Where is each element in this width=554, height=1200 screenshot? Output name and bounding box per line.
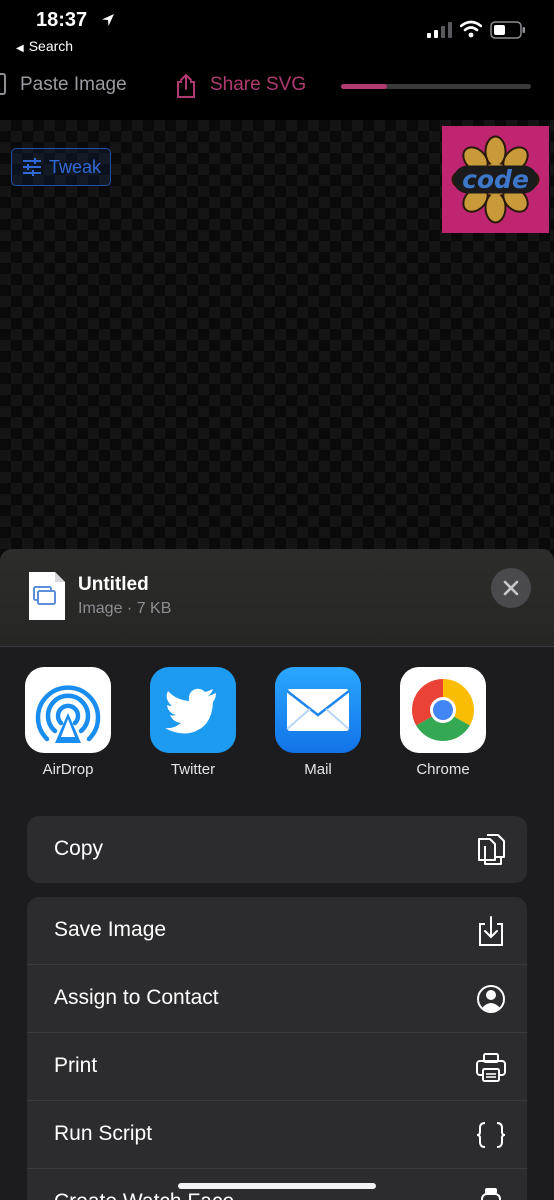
back-triangle-icon: ◀ (16, 43, 24, 54)
contact-icon (477, 985, 505, 1013)
action-save-image[interactable]: Save Image (27, 897, 527, 965)
action-label: Save Image (54, 918, 167, 941)
tweak-button[interactable]: Tweak (11, 148, 111, 186)
watch-icon (481, 1188, 501, 1200)
cellular-signal-icon (427, 22, 452, 38)
back-app-label: Search (28, 38, 74, 54)
actions-group: Save Image Assign to Contact Print Run S… (27, 897, 527, 1200)
file-image-icon (29, 572, 65, 620)
status-bar: 18:37 ◀ Search (0, 0, 554, 60)
share-sheet-header: Untitled Image · 7 KB (0, 549, 554, 647)
action-copy[interactable]: Copy (27, 816, 527, 883)
location-arrow-icon (102, 14, 114, 26)
copy-icon (478, 834, 505, 865)
app-label: Mail (304, 761, 332, 778)
share-icon (177, 73, 195, 98)
share-sheet: Untitled Image · 7 KB AirDrop Twitter Ma… (0, 549, 554, 1200)
preview-text: code (462, 165, 529, 194)
wifi-icon (460, 20, 482, 38)
action-print[interactable]: Print (27, 1033, 527, 1101)
clipboard-icon (0, 73, 6, 95)
file-subtitle: Image · 7 KB (78, 600, 172, 617)
close-button[interactable] (491, 568, 531, 608)
action-assign-to-contact[interactable]: Assign to Contact (27, 965, 527, 1033)
action-label: Run Script (54, 1122, 153, 1145)
close-icon (503, 580, 519, 596)
code-logo-image: code (451, 135, 540, 224)
print-icon (476, 1053, 506, 1082)
file-title: Untitled (78, 574, 149, 595)
svg-preview-thumbnail[interactable]: code (442, 126, 549, 233)
paste-image-label: Paste Image (20, 74, 127, 95)
share-apps-row: AirDrop Twitter Mail Chrome (0, 667, 554, 787)
app-label: Twitter (170, 761, 216, 778)
app-label: AirDrop (42, 761, 94, 778)
save-icon (479, 916, 503, 946)
action-label: Copy (54, 837, 104, 860)
battery-icon (490, 21, 525, 39)
copy-action-group: Copy (27, 816, 527, 883)
upload-progress-bar (341, 84, 531, 89)
back-to-app-link[interactable]: ◀ Search (16, 38, 73, 54)
braces-icon (476, 1122, 506, 1148)
mail-icon (275, 667, 361, 753)
share-svg-label: Share SVG (210, 74, 307, 95)
action-label: Create Watch Face (54, 1190, 234, 1200)
sliders-icon (23, 158, 41, 176)
tweak-label: Tweak (49, 157, 102, 177)
home-indicator[interactable] (178, 1183, 376, 1189)
progress-fill (341, 84, 387, 89)
app-label: Chrome (416, 761, 470, 778)
action-label: Assign to Contact (54, 986, 219, 1009)
twitter-icon (150, 667, 236, 753)
action-run-script[interactable]: Run Script (27, 1101, 527, 1169)
airdrop-icon (25, 667, 111, 753)
chrome-icon (400, 667, 486, 753)
status-time: 18:37 (36, 9, 88, 31)
action-label: Print (54, 1054, 98, 1077)
